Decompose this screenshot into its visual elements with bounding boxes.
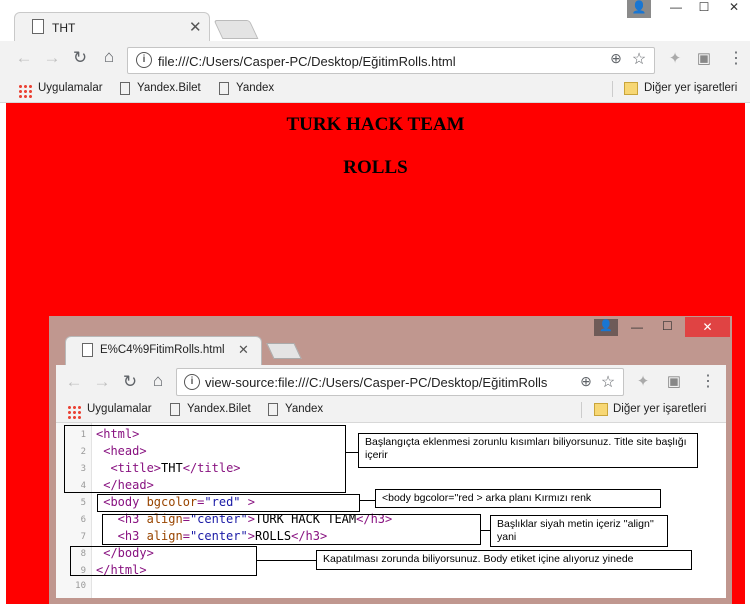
url-text: file:///C:/Users/Casper-PC/Desktop/Eğiti… xyxy=(158,54,456,69)
line-number: 7 xyxy=(80,532,86,542)
maximize-button[interactable]: ☐ xyxy=(692,0,716,18)
bookmark-divider xyxy=(612,81,613,97)
outer-tab-title: THT xyxy=(52,21,76,35)
bookmark-apps[interactable]: Uygulamalar xyxy=(38,82,103,94)
inner-minimize-button[interactable]: — xyxy=(631,320,643,334)
bookmark-divider xyxy=(581,402,582,418)
heading-turk-hack-team: TURK HACK TEAM xyxy=(286,114,465,135)
inner-reload-icon[interactable]: ↻ xyxy=(120,372,140,392)
inner-url-text: view-source:file:///C:/Users/Casper-PC/D… xyxy=(205,375,548,390)
folder-icon xyxy=(594,403,608,416)
folder-icon xyxy=(624,82,638,95)
inner-extension-icon[interactable]: ✦ xyxy=(634,372,652,390)
highlight-closing-tags xyxy=(70,546,257,576)
line-number: 10 xyxy=(75,581,86,591)
inner-maximize-button[interactable]: ☐ xyxy=(662,319,673,333)
extension-bag-icon[interactable]: ▣ xyxy=(695,49,713,67)
profile-icon[interactable]: 👤 xyxy=(627,0,651,18)
note-body-bgcolor: <body bgcolor=''red > arka planı Kırmızı… xyxy=(375,489,661,508)
bookmark-yandex[interactable]: Yandex xyxy=(236,82,274,94)
inner-profile-icon[interactable]: 👤 xyxy=(594,319,618,336)
page-icon xyxy=(82,343,93,357)
other-bookmarks[interactable]: Diğer yer işaretleri xyxy=(644,82,737,94)
info-icon[interactable]: i xyxy=(136,52,152,68)
minimize-button[interactable]: — xyxy=(664,0,688,18)
inner-bookmark-yandex[interactable]: Yandex xyxy=(285,403,323,415)
inner-apps-icon[interactable] xyxy=(67,404,81,419)
inner-close-window-button[interactable]: ✕ xyxy=(685,317,730,337)
connector-line xyxy=(481,530,490,531)
note-closing: Kapatılması zorunda biliyorsunuz. Body e… xyxy=(316,550,692,570)
inner-close-tab-icon[interactable]: ✕ xyxy=(238,342,249,358)
page-icon xyxy=(268,403,278,416)
page-icon xyxy=(219,82,229,95)
inner-other-bookmarks[interactable]: Diğer yer işaretleri xyxy=(613,403,706,415)
reload-icon[interactable]: ↻ xyxy=(70,48,90,68)
inner-bookmark-apps[interactable]: Uygulamalar xyxy=(87,403,152,415)
menu-icon[interactable]: ⋮ xyxy=(728,48,744,68)
connector-line xyxy=(360,500,375,501)
page-icon xyxy=(32,19,44,34)
inner-bookmark-star-icon[interactable]: ☆ xyxy=(599,372,617,392)
highlight-headings xyxy=(102,514,481,545)
apps-icon[interactable] xyxy=(18,83,32,98)
inner-home-icon[interactable]: ⌂ xyxy=(147,371,169,391)
connector-line xyxy=(346,452,358,453)
inner-tab-title: E%C4%9FitimRolls.html xyxy=(100,344,225,356)
close-window-button[interactable]: ✕ xyxy=(722,0,746,18)
inner-back-icon[interactable]: ← xyxy=(64,372,84,392)
zoom-icon[interactable]: ⊕ xyxy=(607,50,625,67)
heading-rolls: ROLLS xyxy=(343,157,408,178)
page-icon xyxy=(120,82,130,95)
inner-menu-icon[interactable]: ⋮ xyxy=(700,371,716,391)
bookmark-star-icon[interactable]: ☆ xyxy=(630,49,648,69)
inner-bookmark-yandex-bilet[interactable]: Yandex.Bilet xyxy=(187,403,251,415)
close-tab-icon[interactable]: ✕ xyxy=(189,18,202,36)
highlight-head-block xyxy=(64,425,346,493)
home-icon[interactable]: ⌂ xyxy=(98,47,120,67)
forward-icon[interactable]: → xyxy=(42,48,62,68)
inner-extension-bag-icon[interactable]: ▣ xyxy=(665,372,683,390)
line-number: 5 xyxy=(80,498,86,508)
back-icon[interactable]: ← xyxy=(14,48,34,68)
inner-forward-icon[interactable]: → xyxy=(92,372,112,392)
note-head: Başlangıçta eklenmesi zorunlu kısımları … xyxy=(358,433,698,468)
connector-line xyxy=(257,560,316,561)
inner-info-icon[interactable]: i xyxy=(184,374,200,390)
line-number: 6 xyxy=(80,515,86,525)
extension-icon[interactable]: ✦ xyxy=(666,49,684,67)
note-headings: Başlıklar siyah metin içeriz ''align'' y… xyxy=(490,515,668,547)
page-icon xyxy=(170,403,180,416)
inner-zoom-icon[interactable]: ⊕ xyxy=(577,373,595,390)
highlight-body-tag xyxy=(97,494,360,512)
bookmark-yandex-bilet[interactable]: Yandex.Bilet xyxy=(137,82,201,94)
